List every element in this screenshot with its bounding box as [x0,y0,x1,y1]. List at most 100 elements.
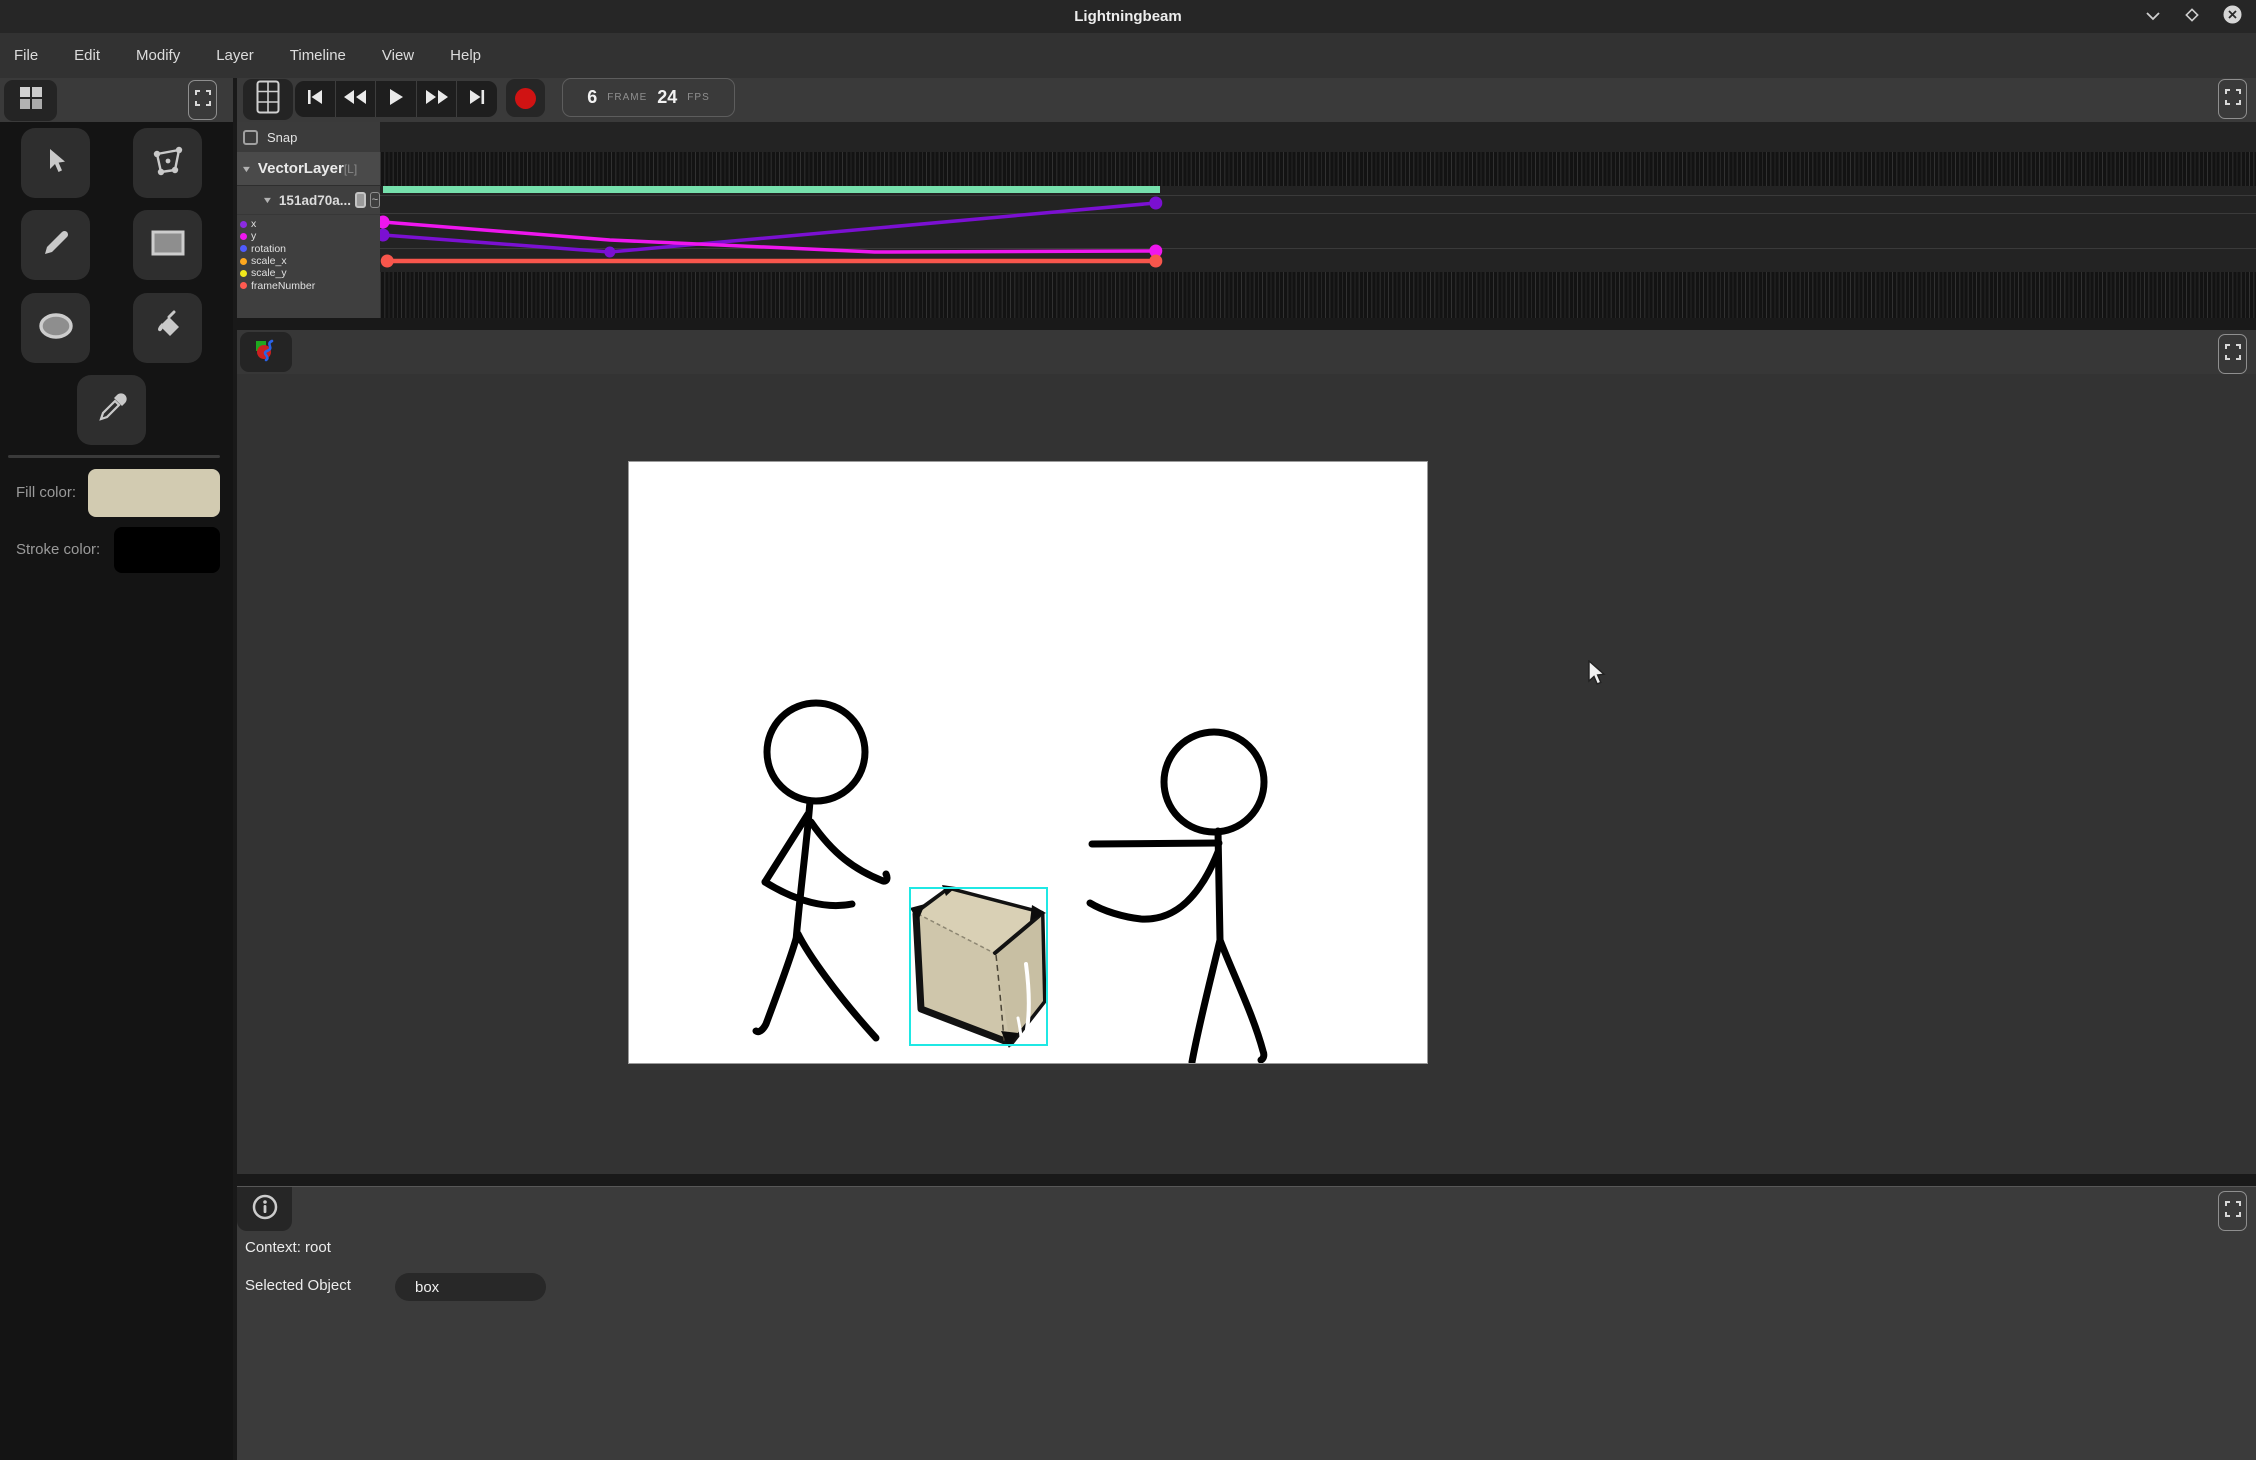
keyframe-dot-frameNumber[interactable] [381,255,394,268]
tool-eyedropper[interactable] [77,375,146,445]
fast-forward-button[interactable] [417,81,458,117]
timeline-panel: 6 FRAME 24 FPS 0204060801001201401601802… [237,78,2256,318]
tool-select[interactable] [21,128,90,198]
record-button[interactable] [506,79,545,117]
skip-start-icon [305,89,325,110]
close-circle-icon [2223,5,2242,29]
tools-expand-button[interactable] [188,80,217,120]
scene-button[interactable] [240,332,292,372]
close-button[interactable] [2219,4,2245,30]
curve-x[interactable] [383,203,1156,252]
fullscreen-icon [195,90,211,111]
tool-pencil[interactable] [21,210,90,280]
object-row[interactable]: ▼ 151ad70a... ~ [237,186,380,215]
keyframe-dot-x[interactable] [604,247,615,258]
rewind-icon [343,89,367,110]
keyframe-dot-y[interactable] [380,216,390,229]
menu-file[interactable]: File [14,41,56,70]
fullscreen-icon [2225,89,2241,110]
timeline-tracks[interactable] [380,122,2256,318]
play-icon [388,88,404,111]
node-path-icon [151,146,185,181]
object-color-chip[interactable] [355,192,366,208]
layers-column: Snap ▼ VectorLayer[L] ▼ 151ad70a... ~ xy… [237,122,380,318]
object-name: 151ad70a... [279,193,351,208]
stage[interactable] [629,462,1427,1063]
selected-object-field[interactable]: box [395,1273,546,1301]
keyframe-dot-x[interactable] [380,229,390,242]
film-button[interactable] [243,79,293,120]
property-row-frameNumber[interactable]: frameNumber [237,279,380,291]
keyframe-dot-frameNumber[interactable] [1149,255,1162,268]
tool-paint-bucket[interactable] [133,293,202,363]
paint-bucket-icon [152,310,184,347]
layer-row[interactable]: ▼ VectorLayer[L] [237,152,380,186]
tool-node-edit[interactable] [133,128,202,198]
selected-object-value: box [415,1279,439,1296]
stroke-color-swatch[interactable] [114,527,220,573]
menu-edit[interactable]: Edit [74,41,118,70]
canvas-expand-button[interactable] [2218,334,2247,374]
property-name: frameNumber [251,280,315,292]
context-text: Context: root [245,1239,331,1256]
inspector-expand-button[interactable] [2218,1191,2247,1231]
menu-timeline[interactable]: Timeline [290,41,364,70]
collapse-triangle-icon[interactable]: ▼ [241,164,253,174]
menu-view[interactable]: View [382,41,432,70]
box-object[interactable] [910,885,1046,1048]
property-row-rotation[interactable]: rotation [237,243,380,255]
property-color-dot [240,221,247,228]
property-name: x [251,218,256,230]
frame-counter: 6 FRAME 24 FPS [562,78,735,117]
tool-rectangle[interactable] [133,210,202,280]
property-row-x[interactable]: x [237,218,380,230]
maximize-button[interactable] [2179,4,2205,30]
property-row-scale_x[interactable]: scale_x [237,255,380,267]
record-icon [515,88,536,109]
rectangle-icon [151,230,185,261]
property-color-dot [240,258,247,265]
left-stick-figure[interactable] [756,703,887,1038]
keyframe-extent-bar[interactable] [383,186,1160,193]
skip-to-start-button[interactable] [295,81,336,117]
property-list: xyrotationscale_xscale_yframeNumber [237,218,380,292]
menu-modify[interactable]: Modify [136,41,198,70]
menu-help[interactable]: Help [450,41,499,70]
property-name: y [251,230,256,242]
rewind-button[interactable] [336,81,377,117]
fullscreen-icon [2225,1201,2241,1222]
fullscreen-icon [2225,344,2241,365]
info-icon [252,1194,278,1225]
info-button[interactable] [237,1187,292,1231]
keyframe-dot-x[interactable] [1149,197,1162,210]
fps-value: 24 [657,87,677,108]
property-row-scale_y[interactable]: scale_y [237,267,380,279]
mouse-cursor [1587,660,1611,693]
snap-checkbox[interactable] [243,130,258,145]
title-bar: Lightningbeam [0,0,2256,33]
play-button[interactable] [376,81,417,117]
tool-ellipse[interactable] [21,293,90,363]
property-name: scale_x [251,255,287,267]
current-frame-value: 6 [587,87,597,108]
film-strip-icon [256,80,280,119]
menu-layer[interactable]: Layer [216,41,272,70]
property-row-y[interactable]: y [237,230,380,242]
skip-to-end-button[interactable] [457,81,497,117]
animation-curves [380,152,2256,318]
inspector-panel: Context: root Selected Object box [237,1186,2256,1460]
stage-artwork [629,462,1427,1063]
selected-object-label: Selected Object [245,1277,351,1294]
property-color-dot [240,233,247,240]
panel-grid-button[interactable] [4,80,57,121]
skip-end-icon [467,89,487,110]
grid-icon [18,85,44,116]
collapse-triangle-icon[interactable]: ▼ [262,195,274,205]
timeline-expand-button[interactable] [2218,79,2247,119]
right-stick-figure[interactable] [1090,732,1264,1062]
minimize-button[interactable] [2140,4,2166,30]
object-curve-toggle[interactable]: ~ [370,192,380,208]
fill-color-swatch[interactable] [88,469,220,517]
property-color-dot [240,270,247,277]
frame-label: FRAME [607,92,647,103]
